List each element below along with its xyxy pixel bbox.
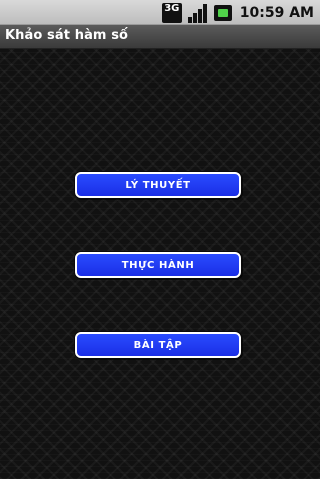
app-title: Khảo sát hàm số bbox=[5, 28, 129, 43]
status-icons: 3G 10:59 AM bbox=[161, 2, 314, 23]
exercises-button[interactable]: BÀI TẬP bbox=[75, 332, 241, 358]
main-content: LÝ THUYẾT THỰC HÀNH BÀI TẬP bbox=[0, 49, 320, 479]
status-clock: 10:59 AM bbox=[239, 4, 314, 21]
title-bar: Khảo sát hàm số bbox=[0, 25, 320, 49]
theory-button-label: LÝ THUYẾT bbox=[125, 179, 191, 191]
network-3g-icon: 3G bbox=[161, 2, 182, 23]
exercises-button-label: BÀI TẬP bbox=[133, 339, 183, 351]
theory-button[interactable]: LÝ THUYẾT bbox=[75, 172, 241, 198]
status-bar: 3G 10:59 AM bbox=[0, 0, 320, 25]
practice-button[interactable]: THỰC HÀNH bbox=[75, 252, 241, 278]
practice-button-label: THỰC HÀNH bbox=[121, 259, 195, 271]
network-label: 3G bbox=[164, 2, 180, 14]
signal-icon bbox=[187, 3, 208, 23]
battery-icon bbox=[213, 4, 232, 21]
app-screen: 3G 10:59 AM Khảo sát hàm số LÝ THUYẾT TH… bbox=[0, 0, 320, 479]
